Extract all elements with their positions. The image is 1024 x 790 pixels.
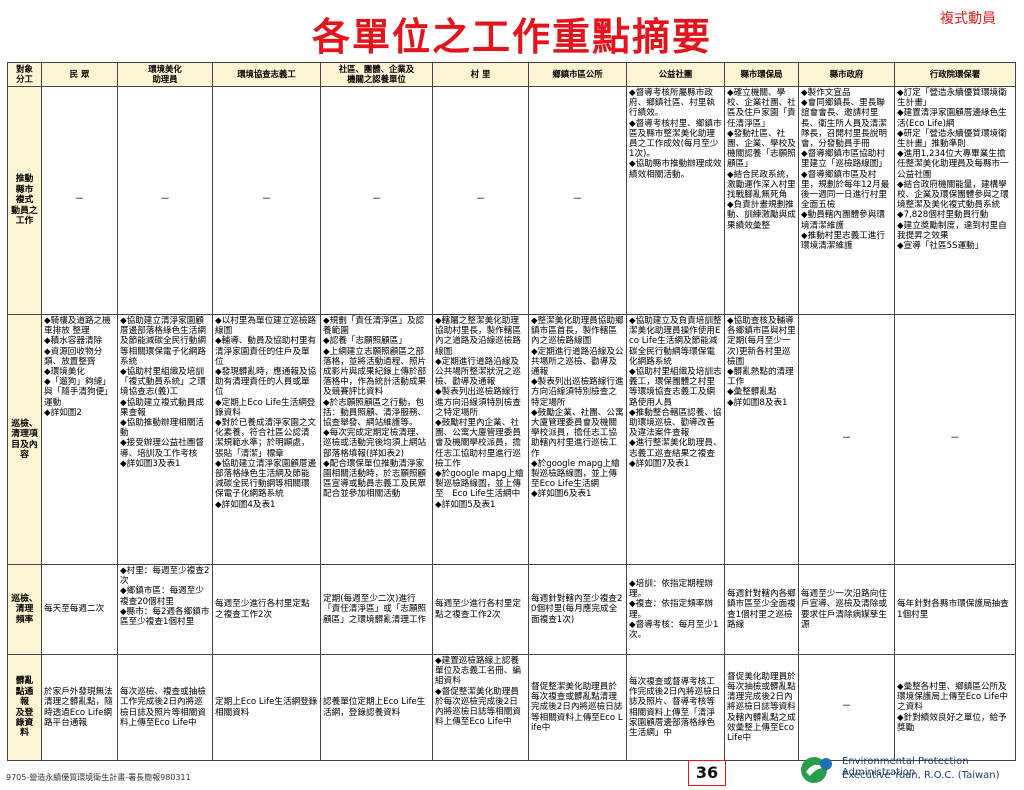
table-cell: 每週針對轄內至少複查20個村里(每月應完成全面複查1次) xyxy=(528,564,627,655)
header-cell: 行政院環保署 xyxy=(894,62,1016,87)
header-cell: 環境協查志義工 xyxy=(212,62,321,87)
table-cell: ◆彙整各村里、鄉鎮區公所及環境保護局上傳至Eco Life中之資料 ◆針對績效良好… xyxy=(894,654,1016,761)
summary-table: 對象 分工 民 眾 環境美化 助理員 環境協查志義工 社區、團體、企業及 機關之認養單… xyxy=(7,62,1016,761)
table-cell: ◆以村里為單位建立巡檢路線圖 ◆輔導、動員及協助村里有清淨家園責任的住戶及單位 ◆發… xyxy=(212,314,321,565)
table-cell: ◆規劃「責任清淨區」及認養範圍 ◆認養「志願照顧區」 ◆上網建立志願照顧區之部落格，… xyxy=(320,314,433,565)
table-cell: ◆督導考核所屬縣市政府、鄉鎮社區、村里執行績效。 ◆督導考核村里、鄉鎮市區及縣市整… xyxy=(626,86,725,315)
table-cell: 定期(每週至少二次)進行「責任清淨區」或「志願照顧區」之環境髒亂清理工作 xyxy=(320,564,433,655)
table-cell: － xyxy=(212,86,321,315)
table-cell: － xyxy=(894,314,1016,565)
table-cell: ◆培訓：依指定期程辦理。 ◆複查：依指定頻率辦理。 ◆督導考核：每月至少1次。 xyxy=(626,564,725,655)
table-cell: ◆轄屬之整潔美化助理協助村里長，製作轄區內之道路及沿線巡檢路線圖 ◆定期進行道路沿… xyxy=(432,314,529,565)
table-cell: ◆訂定「營造永續優質環境衛生計畫」 ◆建置清淨家園顧厝邊綠色生活(Eco Life… xyxy=(894,86,1016,315)
header-cell: 公益社團 xyxy=(626,62,725,87)
table-cell: ◆製作文宣品 ◆會同鄉鎮長、里長聯誼會會長、邀請村里長、衛生所人員及清潔隊長，召開… xyxy=(798,86,895,315)
header-cell: 社區、團體、企業及 機關之認養單位 xyxy=(320,62,433,87)
table-cell: － xyxy=(798,654,895,761)
table-cell: 認養單位定期上Eco Life生活網，登錄認養資料 xyxy=(320,654,433,761)
table-cell: 每週至少進行各村里定點之複查工作2次 xyxy=(212,564,321,655)
header-cell: 民 眾 xyxy=(41,62,118,87)
table-cell: ◆協助查核及輔導各鄉鎮市區與村里定期(每月至少一次)更新各村里巡檢圖 ◆髒亂熱點的… xyxy=(724,314,799,565)
table-cell: 每天至每週二次 xyxy=(41,564,118,655)
table-cell: － xyxy=(798,314,895,565)
table-cell: ◆騎樓及道路之機車排放 整理 ◆積水容器清除 ◆資源回收物分類、放置整齊 ◆環境美化 ◆… xyxy=(41,314,118,565)
header-cell: 縣市政府 xyxy=(798,62,895,87)
table-cell: 督促整潔美化助理員於每次複查或髒亂點清理完成後2日內將巡檢日誌等相關資料上傳至E… xyxy=(528,654,627,761)
row-header: 巡檢、 清理 頻率 xyxy=(7,564,42,655)
table-cell: － xyxy=(528,86,627,315)
header-cell: 縣市環保局 xyxy=(724,62,799,87)
page-number: 36 xyxy=(688,760,726,786)
table-cell: 定期上Eco Life生活網登錄相關資料 xyxy=(212,654,321,761)
table-cell: － xyxy=(117,86,213,315)
table-cell: 每週至少一次沿路向住戶宣導、巡檢及清除或要求住戶清除病媒孳生源 xyxy=(798,564,895,655)
table-cell: － xyxy=(432,86,529,315)
header-cell: 鄉鎮市區公所 xyxy=(528,62,627,87)
table-row: 推動 縣市 複式 動員之 工作 － － － － － － ◆督導考核所屬縣市政府、鄉鎮社區… xyxy=(7,86,1016,315)
epa-logo-icon xyxy=(801,757,832,783)
table-cell: － xyxy=(320,86,433,315)
table-cell: ◆協助建立及負責培訓整潔美化助理員操作使用Eco Life生活網及節能減碳全民行… xyxy=(626,314,725,565)
table-cell: ◆建置巡檢路線上認養單位及志義工名冊、編組資料 ◆督促整潔美化助理員於每次巡檢完成… xyxy=(432,654,529,761)
header-cell: 對象 分工 xyxy=(7,62,42,87)
table-cell: 每年針對各縣市環保護局抽查1個村里 xyxy=(894,564,1016,655)
table-row: 髒亂 點通報及登 錄資料 於家戶外發現無法清理之髒亂點，隨時透過Eco Life網路… xyxy=(7,654,1016,761)
row-header: 推動 縣市 複式 動員之 工作 xyxy=(7,86,42,315)
agency-logo-block: Environmental Protection Administration … xyxy=(800,752,1020,788)
table-row: 巡檢、 清理項 目及內容 ◆騎樓及道路之機車排放 整理 ◆積水容器清除 ◆資源回收物分類… xyxy=(7,314,1016,565)
header-cell: 村 里 xyxy=(432,62,529,87)
table-cell: 每週至少進行各村里定點之複查工作2次 xyxy=(432,564,529,655)
row-header: 髒亂 點通報及登 錄資料 xyxy=(7,654,42,761)
footer-note: 9705-營造永續優質環境衛生計畫-署長簡報980311 xyxy=(6,773,191,782)
table-cell: 每次複查或督導考核工作完成後2日內將巡檢日誌及照片、督導考核等相關資料上傳至「清… xyxy=(626,654,725,761)
table-cell: － xyxy=(41,86,118,315)
header-cell: 環境美化 助理員 xyxy=(117,62,213,87)
table-cell: 於家戶外發現無法清理之髒亂點，隨時透過Eco Life網路平台通報 xyxy=(41,654,118,761)
table-cell: ◆村里：每週至少複查2次 ◆鄉鎮市區：每週至少複查20個村里 ◆縣市：每2週各鄉鎮市… xyxy=(117,564,213,655)
table-cell: 每次巡檢、複查或抽檢工作完成後2日內將巡檢日誌及照片等相關資料上傳至Eco Li… xyxy=(117,654,213,761)
table-cell: ◆整潔美化助理員協助鄉鎮市區首長，製作轄區內之巡檢路線圖 ◆定期進行道路沿線及公共… xyxy=(528,314,627,565)
table-row: 巡檢、 清理 頻率 每天至每週二次 ◆村里：每週至少複查2次 ◆鄉鎮市區：每週至少複查… xyxy=(7,564,1016,655)
agency-name-line2: Executive Yuan, R.O.C. (Taiwan) xyxy=(842,770,1000,781)
header-row: 對象 分工 民 眾 環境美化 助理員 環境協查志義工 社區、團體、企業及 機關之認養單… xyxy=(7,62,1016,87)
table-cell: 督促美化助理員於每次抽檢或髒亂點清理完成後2日內將巡檢日誌等資料及轄內髒亂點之成… xyxy=(724,654,799,761)
table-cell: ◆協助建立清淨家園顧厝邊部落格綠色生活網及節能減碳全民行動網等相關環保電子化網路… xyxy=(117,314,213,565)
table-cell: ◆確立機關、學校、企業社團、社區及住戶家園「責任清淨區」 ◆發動社區、社團、企業、… xyxy=(724,86,799,315)
page-title: 各單位之工作重點摘要 xyxy=(311,14,712,59)
row-header: 巡檢、 清理項 目及內容 xyxy=(7,314,42,565)
table-cell: 每週針對轄內各鄉鎮市區至少全面複查1個村里之巡檢路線 xyxy=(724,564,799,655)
